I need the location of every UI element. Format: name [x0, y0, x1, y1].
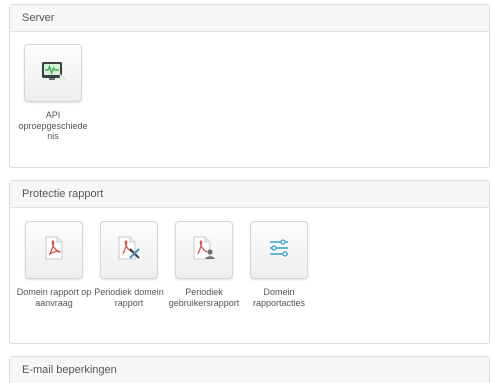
protection-report-panel: Protectie rapport Domein rapport op aanv… [9, 180, 490, 344]
tile-api-call-history[interactable]: API oproepgeschiedenis [18, 44, 88, 142]
api-call-history-button[interactable] [24, 44, 82, 102]
server-panel-header: Server [10, 5, 489, 32]
periodic-domain-report-button[interactable] [100, 221, 158, 279]
server-monitor-icon [40, 58, 66, 89]
tile-domain-report-on-demand[interactable]: Domein rapport op aanvraag [16, 221, 92, 308]
email-restrictions-panel: E-mail beperkingen [9, 356, 490, 383]
domain-report-actions-label: Domein rapportacties [252, 287, 306, 308]
pdf-edit-icon [116, 235, 142, 266]
tile-periodic-domain-report[interactable]: Periodiek domein rapport [94, 221, 164, 308]
periodic-domain-report-label: Periodiek domein rapport [94, 287, 164, 308]
periodic-user-report-label: Periodiek gebruikersrapport [168, 287, 240, 308]
server-panel: Server API oproepgeschiedenis [9, 4, 490, 168]
pdf-icon [42, 235, 66, 266]
domain-report-on-demand-button[interactable] [25, 221, 83, 279]
tile-domain-report-actions[interactable]: Domein rapportacties [243, 221, 315, 308]
email-restrictions-panel-header: E-mail beperkingen [10, 357, 489, 383]
periodic-user-report-button[interactable] [175, 221, 233, 279]
domain-report-actions-button[interactable] [250, 221, 308, 279]
sliders-icon [266, 235, 292, 266]
domain-report-on-demand-label: Domein rapport op aanvraag [16, 287, 92, 308]
protection-report-panel-header: Protectie rapport [10, 181, 489, 208]
pdf-user-icon [191, 235, 217, 266]
tile-periodic-user-report[interactable]: Periodiek gebruikersrapport [167, 221, 241, 308]
api-call-history-label: API oproepgeschiedenis [18, 110, 88, 141]
